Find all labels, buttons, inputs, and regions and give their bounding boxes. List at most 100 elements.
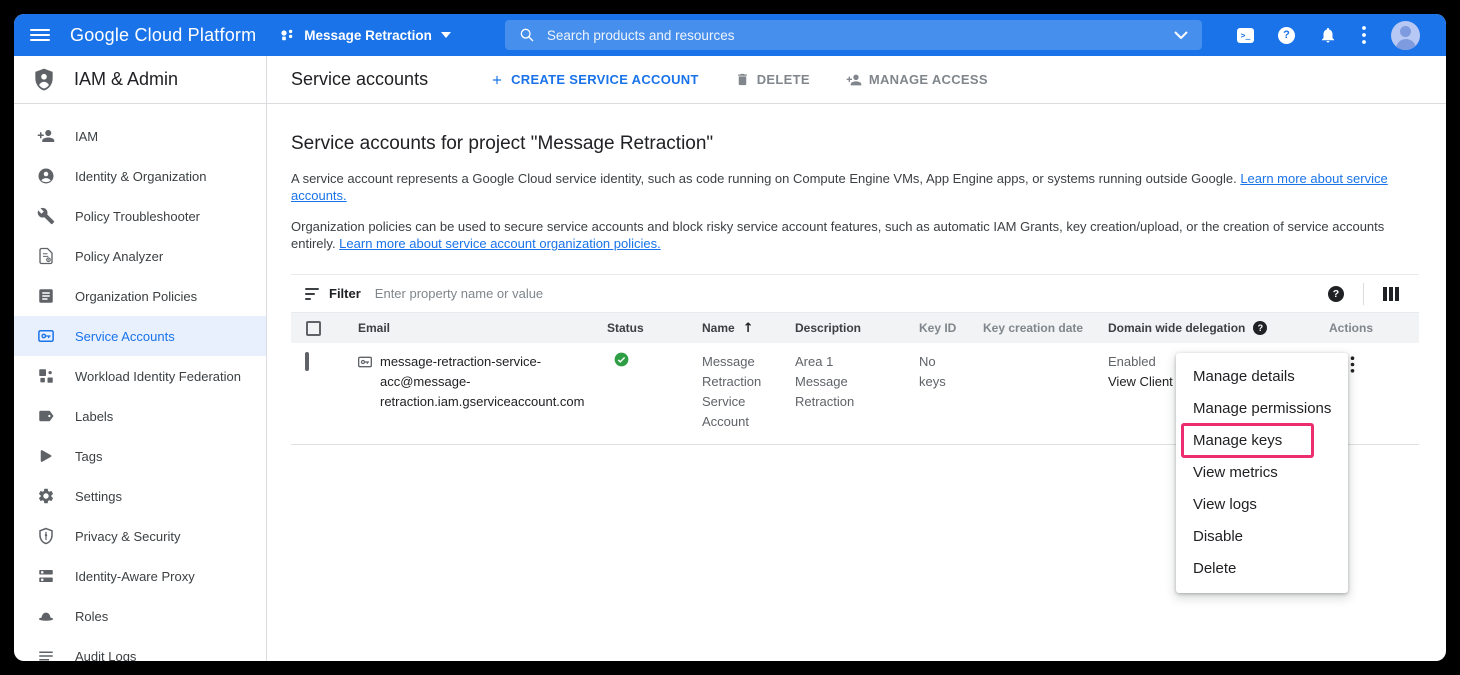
document-gear-icon: [37, 247, 55, 265]
cell-key-id: No keys: [918, 352, 954, 432]
sidebar-item-label: Identity-Aware Proxy: [75, 569, 195, 584]
manage-access-button[interactable]: MANAGE ACCESS: [846, 72, 988, 88]
squares-grid-icon: [37, 367, 55, 385]
menu-item-manage-details[interactable]: Manage details: [1176, 361, 1348, 393]
intro-paragraph: A service account represents a Google Cl…: [291, 170, 1411, 204]
sidebar-item-settings[interactable]: Settings: [14, 476, 266, 516]
menu-item-delete[interactable]: Delete: [1176, 553, 1348, 585]
service-account-key-icon: [357, 354, 373, 432]
cell-email: message-retraction-service-acc@message-r…: [346, 352, 606, 432]
filter-input[interactable]: [375, 286, 1328, 301]
sidebar-item-audit-logs[interactable]: Audit Logs: [14, 636, 266, 661]
table-header-row: Email Status Name↑ Description Key ID Ke…: [291, 312, 1419, 343]
search-chevron-down-icon[interactable]: [1174, 31, 1188, 39]
menu-item-manage-keys[interactable]: Manage keys: [1176, 425, 1348, 457]
sort-ascending-icon: ↑: [743, 321, 754, 336]
gcp-brand[interactable]: Google Cloud Platform: [70, 25, 256, 46]
delete-button[interactable]: DELETE: [735, 72, 810, 87]
trash-icon: [735, 72, 750, 87]
cell-description: Area 1 Message Retraction: [794, 352, 864, 432]
project-selector[interactable]: Message Retraction: [280, 28, 451, 43]
service-account-key-icon: [37, 327, 55, 345]
create-service-account-button[interactable]: CREATE SERVICE ACCOUNT: [490, 72, 699, 87]
label-tag-icon: [37, 407, 55, 425]
sidebar-item-policy-analyzer[interactable]: Policy Analyzer: [14, 236, 266, 276]
hamburger-menu-icon[interactable]: [30, 29, 50, 41]
proxy-layers-icon: [37, 567, 55, 585]
sidebar-item-workload-identity-federation[interactable]: Workload Identity Federation: [14, 356, 266, 396]
dwd-help-icon[interactable]: ?: [1253, 321, 1267, 335]
delete-label: DELETE: [757, 72, 810, 87]
row-actions-context-menu: Manage details Manage permissions Manage…: [1176, 353, 1348, 593]
header-actions: Actions: [1328, 321, 1419, 335]
notifications-bell-icon[interactable]: [1319, 26, 1337, 44]
filter-label: Filter: [329, 286, 361, 301]
header-key-creation-date[interactable]: Key creation date: [982, 321, 1107, 335]
select-all-checkbox[interactable]: [306, 321, 321, 336]
sidebar-item-roles[interactable]: Roles: [14, 596, 266, 636]
header-domain-wide-delegation[interactable]: Domain wide delegation?: [1107, 321, 1328, 335]
avatar[interactable]: [1391, 21, 1420, 50]
person-add-icon: [846, 72, 862, 88]
sidebar-item-label: IAM: [75, 129, 98, 144]
chevron-down-icon: [441, 32, 451, 38]
intro-text: A service account represents a Google Cl…: [291, 171, 1240, 186]
sidebar-item-organization-policies[interactable]: Organization Policies: [14, 276, 266, 316]
filter-help-icon[interactable]: ?: [1328, 286, 1344, 302]
search-input[interactable]: [547, 28, 1174, 43]
menu-item-disable[interactable]: Disable: [1176, 521, 1348, 553]
plus-icon: [490, 73, 504, 87]
sidebar-item-iam[interactable]: IAM: [14, 116, 266, 156]
policy-paragraph: Organization policies can be used to sec…: [291, 218, 1411, 252]
header-email[interactable]: Email: [346, 321, 606, 335]
manage-access-label: MANAGE ACCESS: [869, 72, 988, 87]
sidebar-item-identity-aware-proxy[interactable]: Identity-Aware Proxy: [14, 556, 266, 596]
menu-item-manage-permissions[interactable]: Manage permissions: [1176, 393, 1348, 425]
sidebar-item-label: Privacy & Security: [75, 529, 180, 544]
sidebar-item-identity-organization[interactable]: Identity & Organization: [14, 156, 266, 196]
cloud-shell-icon[interactable]: >_: [1237, 28, 1254, 43]
help-icon[interactable]: ?: [1278, 27, 1295, 44]
sidebar-item-label: Roles: [75, 609, 108, 624]
menu-item-view-logs[interactable]: View logs: [1176, 489, 1348, 521]
search-bar[interactable]: [505, 20, 1202, 50]
hat-icon: [37, 607, 55, 625]
divider: [1363, 283, 1364, 305]
sidebar-item-labels[interactable]: Labels: [14, 396, 266, 436]
sidebar-item-label: Organization Policies: [75, 289, 197, 304]
shield-icon: [37, 527, 55, 545]
column-display-icon[interactable]: [1383, 287, 1399, 301]
sidebar-item-tags[interactable]: Tags: [14, 436, 266, 476]
gcp-topbar: Google Cloud Platform Message Retraction…: [14, 14, 1446, 56]
sidebar-item-label: Service Accounts: [75, 329, 175, 344]
filter-row: Filter ?: [291, 274, 1419, 312]
menu-item-view-metrics[interactable]: View metrics: [1176, 457, 1348, 489]
sidebar-item-label: Tags: [75, 449, 102, 464]
article-icon: [37, 287, 55, 305]
sidebar-item-privacy-security[interactable]: Privacy & Security: [14, 516, 266, 556]
more-vert-icon[interactable]: [1361, 25, 1367, 45]
gear-icon: [37, 487, 55, 505]
wrench-icon: [37, 207, 55, 225]
browser-viewport: Google Cloud Platform Message Retraction…: [14, 14, 1446, 661]
header-name[interactable]: Name↑: [701, 321, 794, 336]
status-ok-icon: [614, 352, 629, 367]
tag-arrow-icon: [37, 447, 55, 465]
sidebar-header: IAM & Admin: [14, 56, 266, 104]
row-checkbox[interactable]: [305, 352, 309, 371]
project-name: Message Retraction: [304, 28, 432, 43]
sidebar-item-policy-troubleshooter[interactable]: Policy Troubleshooter: [14, 196, 266, 236]
header-description[interactable]: Description: [794, 321, 918, 335]
sidebar-item-service-accounts[interactable]: Service Accounts: [14, 316, 266, 356]
cell-key-creation-date: [982, 352, 1107, 432]
cell-name: Message Retraction Service Account: [701, 352, 781, 432]
header-status[interactable]: Status: [606, 321, 701, 335]
person-add-icon: [37, 127, 55, 145]
service-account-email[interactable]: message-retraction-service-acc@message-r…: [380, 352, 606, 432]
learn-more-org-policies-link[interactable]: Learn more about service account organiz…: [339, 236, 661, 251]
sidebar-item-label: Policy Troubleshooter: [75, 209, 200, 224]
sidebar: IAM & Admin IAM Identity & Organization …: [14, 56, 267, 661]
sidebar-item-label: Labels: [75, 409, 113, 424]
header-key-id[interactable]: Key ID: [918, 321, 982, 335]
create-service-account-label: CREATE SERVICE ACCOUNT: [511, 72, 699, 87]
